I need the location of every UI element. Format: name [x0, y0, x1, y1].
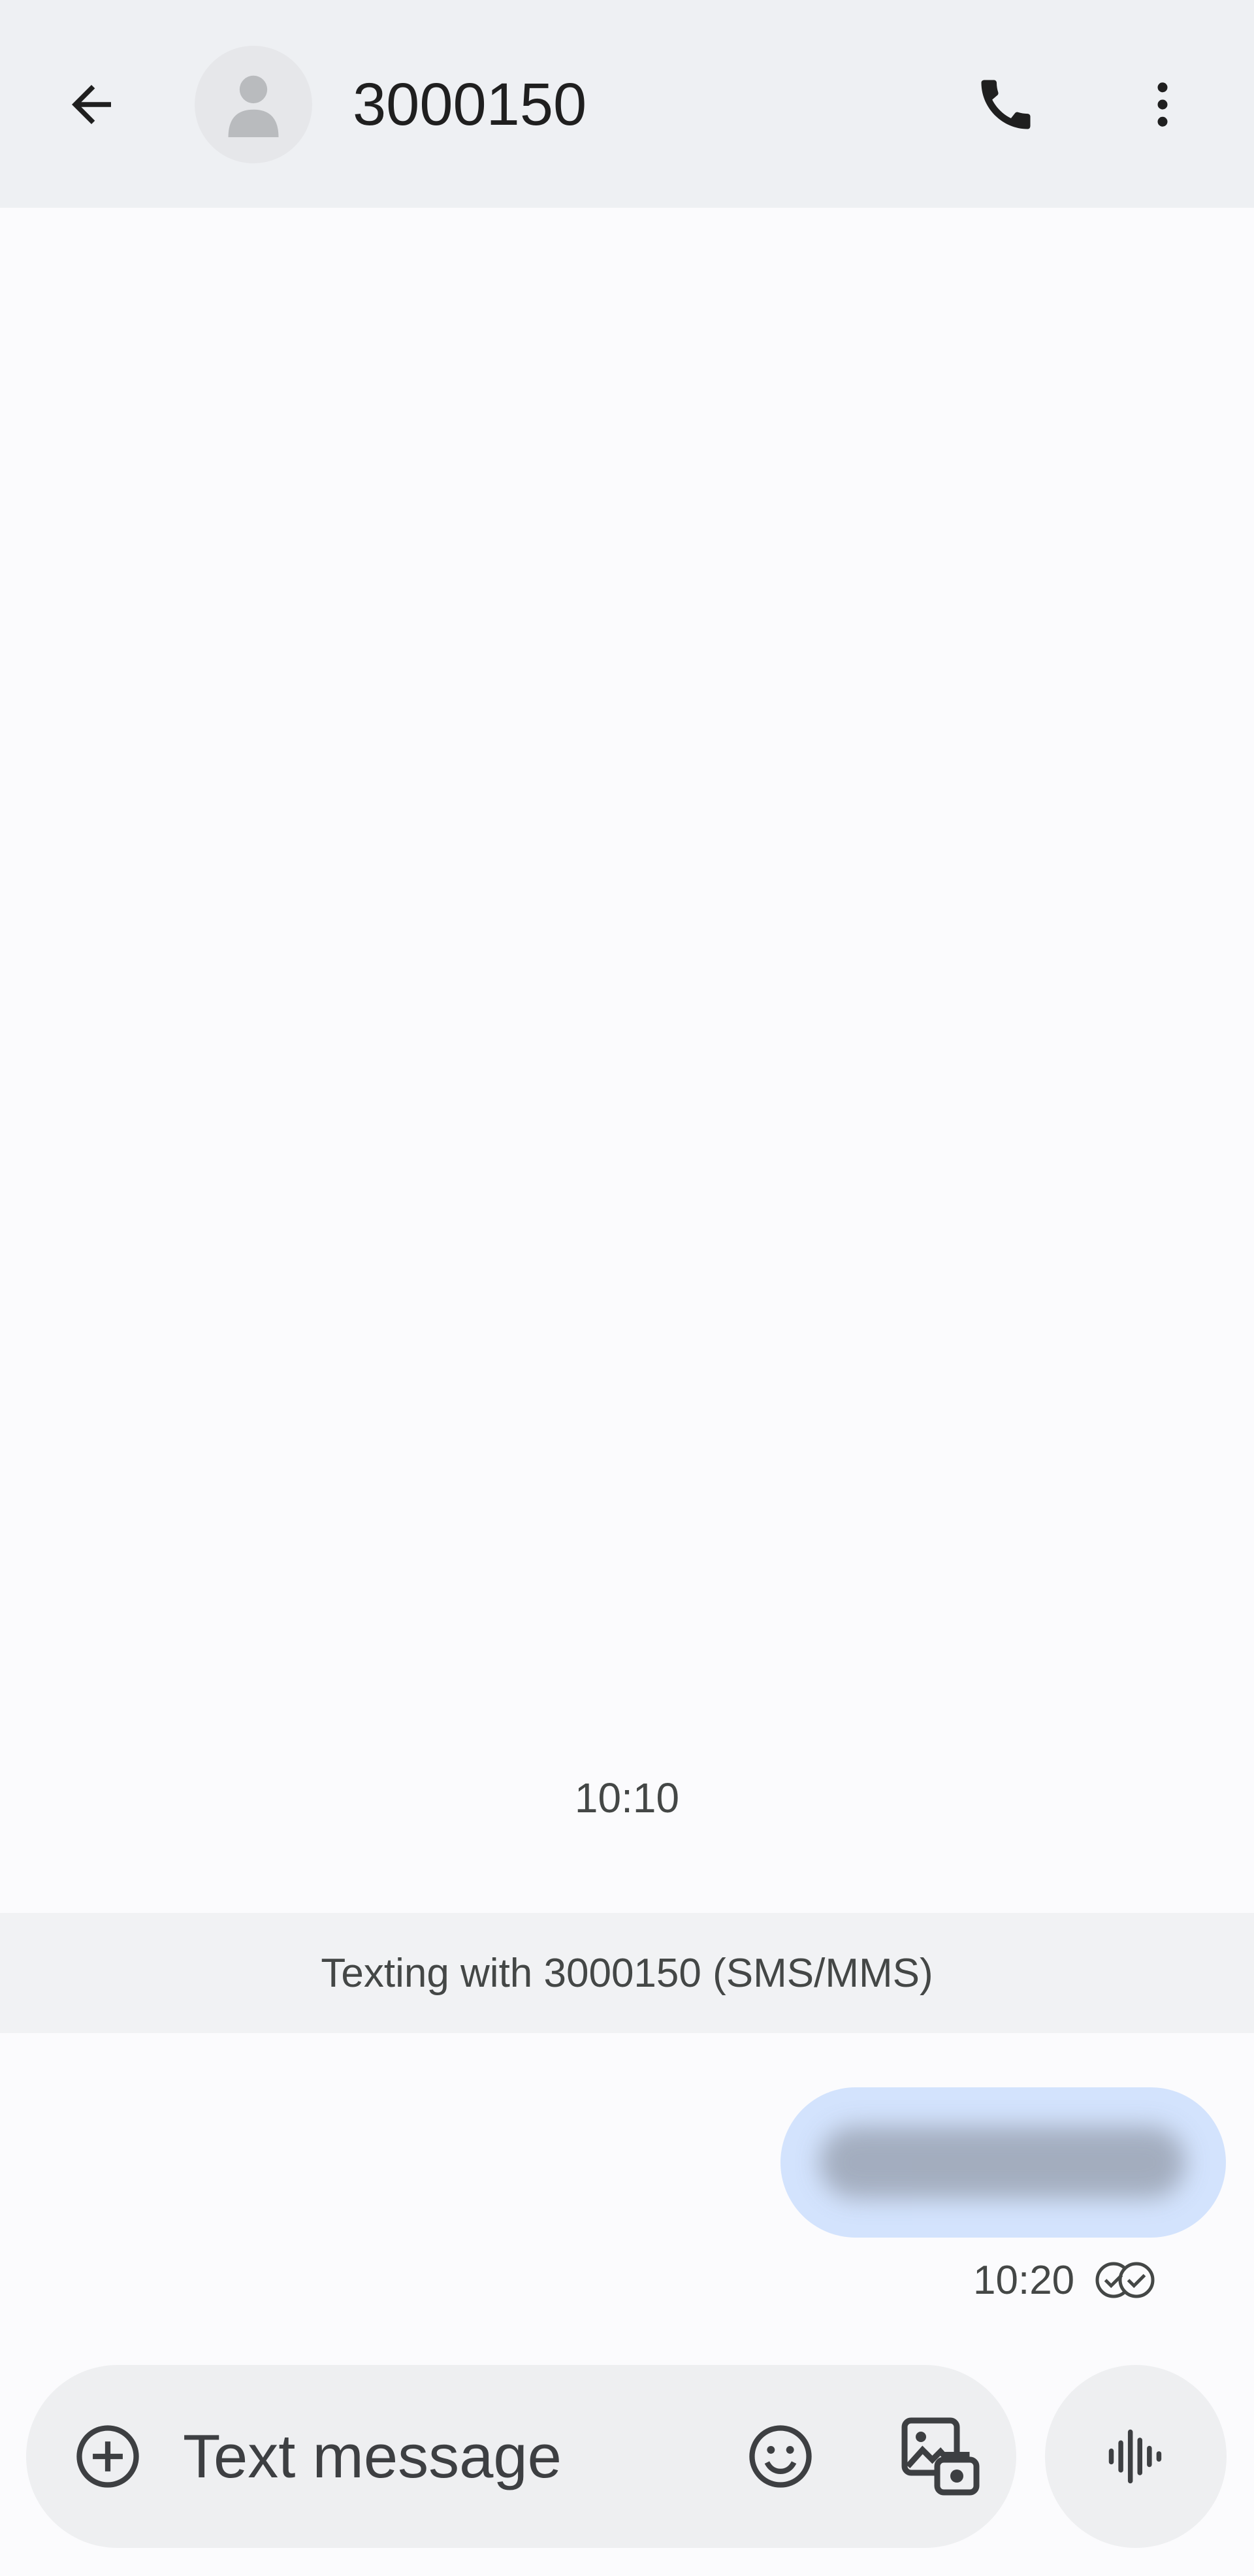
sms-mode-banner: Texting with 3000150 (SMS/MMS) — [0, 1913, 1254, 2033]
message-meta: 10:20 — [973, 2257, 1159, 2303]
gallery-button[interactable] — [895, 2411, 986, 2502]
contact-avatar[interactable] — [195, 46, 312, 163]
date-divider: 10:10 — [574, 1774, 680, 1821]
delivered-double-check-icon — [1095, 2262, 1155, 2298]
top-app-bar: 3000150 — [0, 0, 1254, 208]
message-time: 10:20 — [973, 2257, 1075, 2303]
add-circle-icon — [76, 2425, 139, 2488]
compose-bar: Text message — [26, 2365, 1016, 2548]
message-input[interactable]: Text message — [183, 2365, 562, 2548]
attach-button[interactable] — [69, 2417, 147, 2496]
outgoing-message-bubble[interactable] — [780, 2087, 1226, 2238]
more-options-button[interactable] — [1123, 65, 1202, 144]
conversation-title[interactable]: 3000150 — [353, 65, 587, 144]
gallery-icon — [901, 2417, 980, 2496]
sms-mode-banner-text: Texting with 3000150 (SMS/MMS) — [321, 1950, 933, 1996]
arrow-left-icon — [72, 85, 111, 124]
more-vert-icon — [1157, 82, 1168, 127]
emoji-button[interactable] — [741, 2417, 820, 2496]
back-button[interactable] — [52, 65, 131, 144]
emoji-icon — [749, 2425, 812, 2488]
redacted-message-content — [820, 2127, 1185, 2198]
person-icon — [228, 75, 279, 137]
call-button[interactable] — [967, 65, 1045, 144]
voice-waveform-icon — [1108, 2429, 1162, 2484]
phone-icon — [981, 80, 1031, 129]
voice-message-button[interactable] — [1045, 2365, 1227, 2548]
